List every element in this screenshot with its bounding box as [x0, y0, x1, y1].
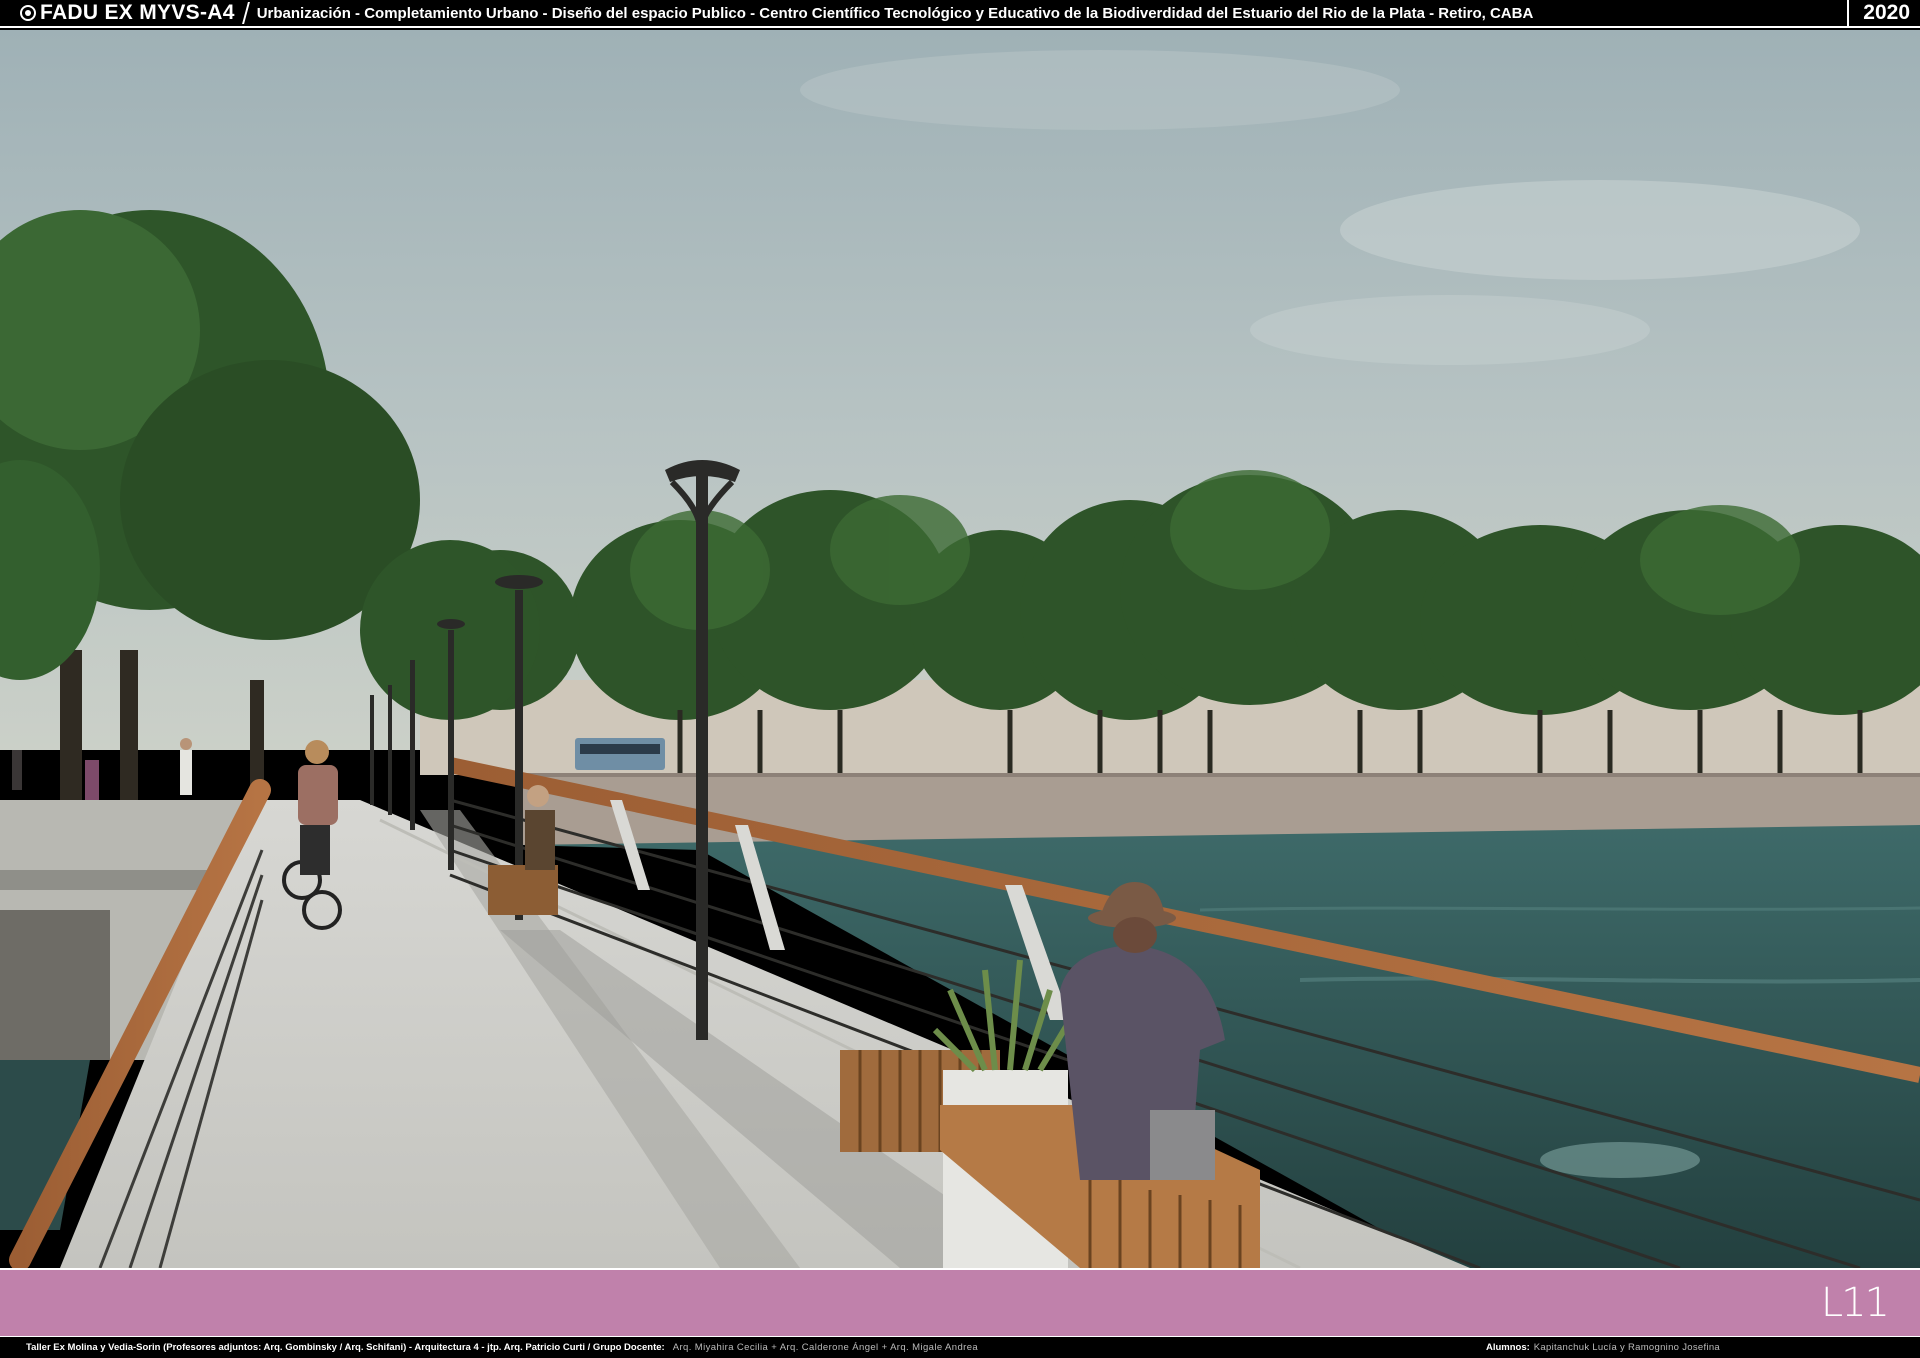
title-divider [241, 2, 250, 24]
promenade-render [0, 30, 1920, 1268]
university-seal-icon [20, 5, 36, 21]
title-bar: FADU EX MYVS-A4 Urbanización - Completam… [0, 0, 1920, 28]
faculty-credits: Taller Ex Molina y Vedia-Sorin (Profesor… [26, 1342, 665, 1353]
sheet-band: L11 [0, 1268, 1920, 1336]
credits-footer: Taller Ex Molina y Vedia-Sorin (Profesor… [0, 1336, 1920, 1358]
course-code: FADU EX MYVS-A4 [40, 1, 235, 24]
students-label: Alumnos: [1485, 1342, 1530, 1353]
render-illustration [0, 30, 1920, 1268]
teaching-team: Arq. Miyahira Cecilia + Arq. Calderone Á… [672, 1342, 979, 1353]
student-names: Kapitanchuk Lucía y Ramognino Josefina [1533, 1342, 1720, 1353]
project-subtitle: Urbanización - Completamiento Urbano - D… [256, 4, 1534, 22]
sheet-number: L11 [1820, 1280, 1890, 1326]
year-label: 2020 [1847, 0, 1920, 27]
